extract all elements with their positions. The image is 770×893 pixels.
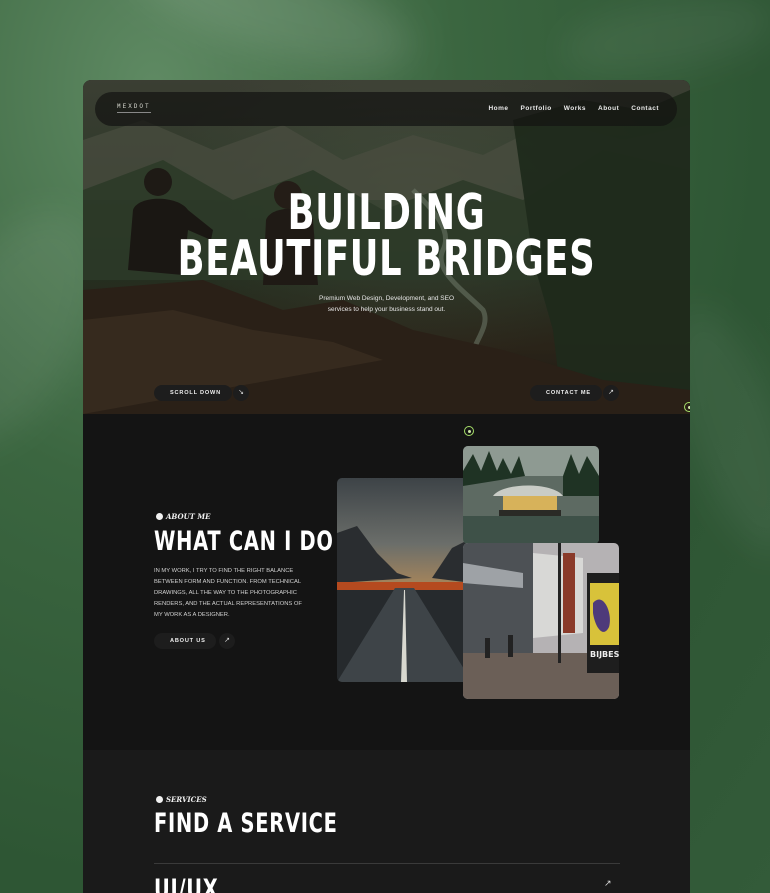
hero-section: MEXDOT Home Portfolio Works About Contac… — [83, 80, 690, 414]
cursor-ring-icon — [464, 426, 474, 436]
contact-me-button[interactable]: CONTACT ME — [530, 385, 602, 401]
road-photo-image — [337, 478, 472, 682]
logo[interactable]: MEXDOT — [117, 103, 151, 113]
service-item-ui-ux[interactable]: UI/UX — [154, 874, 218, 893]
nav-item-works[interactable]: Works — [564, 105, 586, 112]
nav-item-about[interactable]: About — [598, 105, 619, 112]
navbar: MEXDOT Home Portfolio Works About Contac… — [95, 92, 677, 126]
about-title: WHAT CAN I DO — [154, 526, 334, 557]
contact-me-label: CONTACT ME — [546, 390, 591, 396]
hero-subtitle-line-1: Premium Web Design, Development, and SEO — [319, 295, 454, 302]
bullet-icon — [156, 796, 163, 803]
sign-text: BIJBESIU — [590, 650, 619, 659]
scroll-down-label: SCROLL DOWN — [170, 390, 221, 396]
lake-house-image — [463, 446, 599, 544]
arrow-up-right-icon[interactable]: ↗ — [219, 633, 235, 649]
scroll-down-button[interactable]: SCROLL DOWN — [154, 385, 232, 401]
about-paragraph: IN MY WORK, I TRY TO FIND THE RIGHT BALA… — [154, 568, 302, 618]
divider — [154, 863, 620, 864]
city-street-photo: BIJBESIU — [463, 543, 619, 699]
scroll-down-arrow-icon[interactable]: ↘ — [233, 385, 249, 401]
nav-item-contact[interactable]: Contact — [631, 105, 659, 112]
about-eyebrow-label: ABOUT ME — [166, 512, 211, 521]
road-photo — [337, 478, 472, 682]
services-eyebrow-label: SERVICES — [166, 795, 207, 804]
arrow-up-right-icon[interactable]: ↗ — [604, 878, 612, 889]
services-eyebrow: SERVICES — [156, 795, 207, 804]
website-mockup: MEXDOT Home Portfolio Works About Contac… — [83, 80, 690, 893]
about-eyebrow: ABOUT ME — [156, 512, 210, 521]
arrow-up-right-icon[interactable]: ↗ — [603, 385, 619, 401]
about-section: ABOUT ME WHAT CAN I DO IN MY WORK, I TRY… — [83, 414, 690, 750]
nav-item-portfolio[interactable]: Portfolio — [521, 105, 552, 112]
city-street-image: BIJBESIU — [463, 543, 619, 699]
background-leaf-highlight — [555, 0, 770, 89]
services-title: FIND A SERVICE — [154, 808, 338, 839]
hero-subtitle: Premium Web Design, Development, and SEO… — [83, 293, 690, 315]
lake-house-photo — [463, 446, 599, 544]
nav-item-home[interactable]: Home — [488, 105, 508, 112]
bullet-icon — [156, 513, 163, 520]
hero-subtitle-line-2: services to help your business stand out… — [327, 306, 446, 313]
services-section: SERVICES FIND A SERVICE UI/UX ↗ — [83, 750, 690, 893]
cursor-ring-icon — [684, 402, 690, 412]
about-us-button[interactable]: ABOUT US — [154, 633, 216, 649]
about-us-label: ABOUT US — [170, 638, 206, 644]
hero-title-line-2: BEAUTIFUL BRIDGES — [177, 230, 596, 287]
nav-menu: Home Portfolio Works About Contact — [488, 105, 659, 112]
